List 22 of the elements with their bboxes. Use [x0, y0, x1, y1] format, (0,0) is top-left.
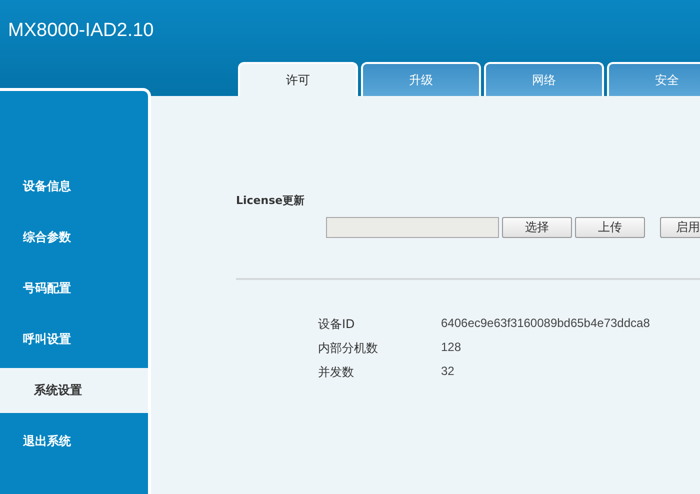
tab[interactable]: 许可 [238, 62, 358, 96]
tab[interactable]: 网络 [484, 62, 604, 96]
sidebar-item[interactable]: 号码配置 [0, 266, 148, 311]
file-field[interactable] [326, 217, 499, 238]
action-button[interactable]: 选择 [502, 217, 572, 238]
section-title: License更新 [236, 193, 305, 208]
info-label: 内部分机数 [318, 340, 379, 357]
action-button[interactable]: 上传 [575, 217, 645, 238]
info-value: 32 [441, 364, 454, 380]
sidebar-item[interactable]: 退出系统 [0, 419, 148, 464]
app-title: MX8000-IAD2.10 [8, 20, 154, 42]
info-value: 128 [441, 340, 462, 356]
sidebar-item[interactable]: 系统设置 [0, 368, 148, 413]
sidebar-item[interactable]: 设备信息 [0, 164, 148, 209]
sidebar-item[interactable]: 综合参数 [0, 215, 148, 260]
action-button[interactable]: 启用 [660, 217, 700, 238]
info-label: 设备ID [318, 316, 356, 333]
info-value: 6406ec9e63f3160089bd65b4e73ddca8 [441, 316, 650, 332]
tab[interactable]: 安全 [607, 62, 700, 96]
tab[interactable]: 升级 [361, 62, 481, 96]
info-label: 并发数 [318, 364, 355, 381]
sidebar-item[interactable]: 呼叫设置 [0, 317, 148, 362]
